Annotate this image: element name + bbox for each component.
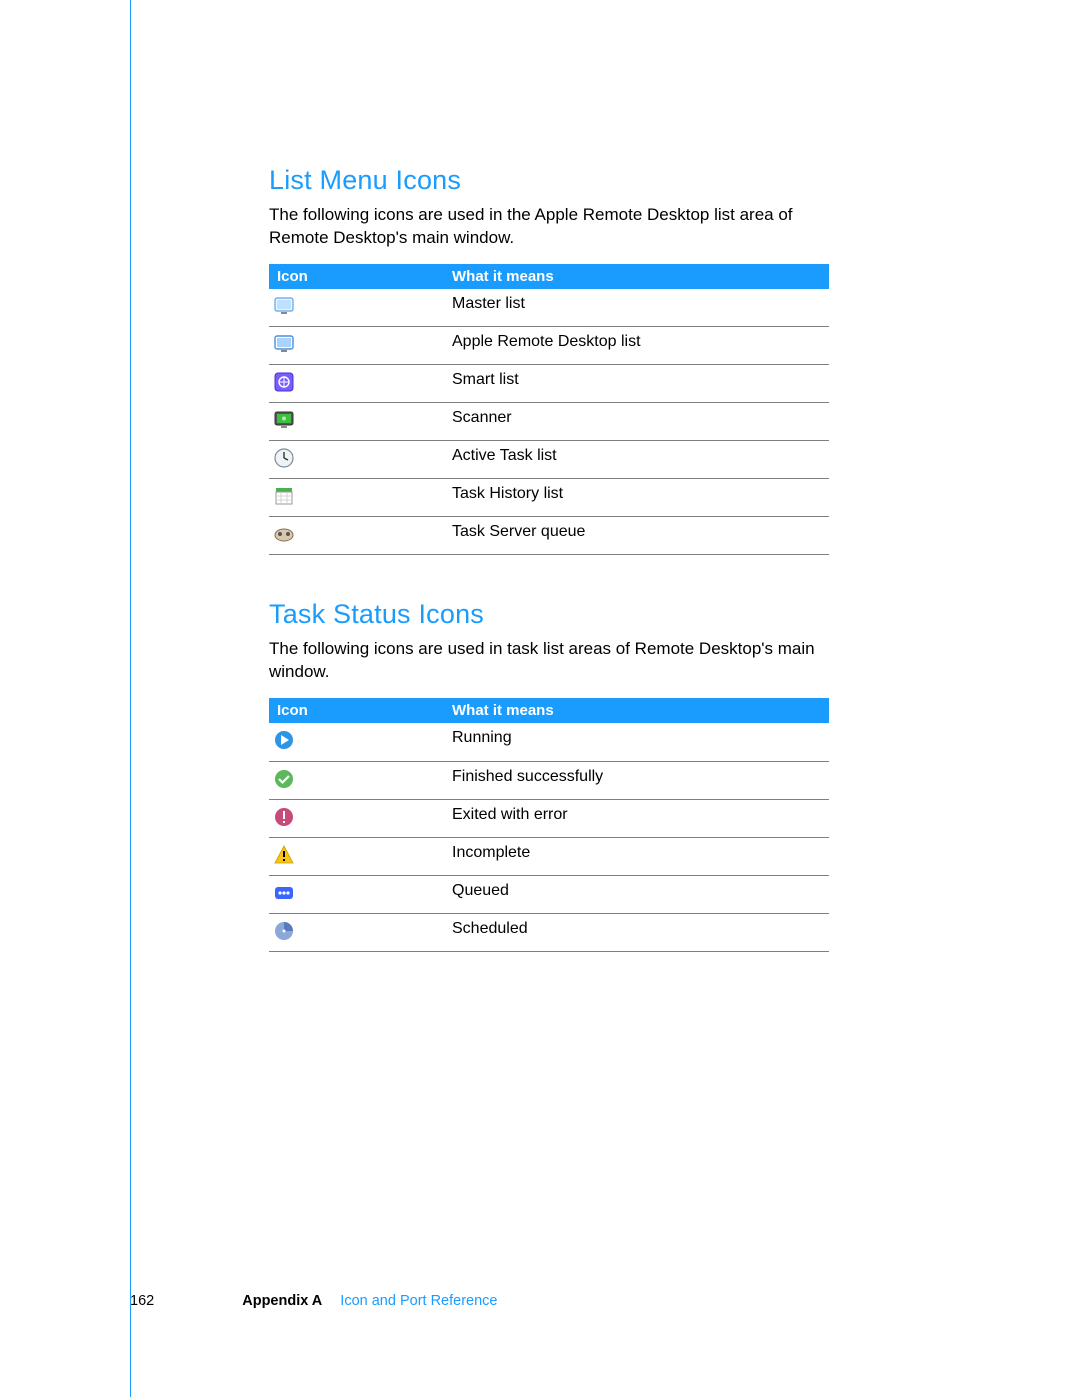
section-desc-list-menu: The following icons are used in the Appl… [269,204,829,250]
task-server-icon [273,523,295,545]
master-list-icon [273,295,295,317]
cell-meaning: Master list [444,289,829,327]
table-row: Scanner [269,403,829,441]
table-row: Exited with error [269,799,829,837]
section-title-task-status: Task Status Icons [269,599,950,630]
ard-list-icon [273,333,295,355]
appendix-label: Appendix A [242,1293,322,1309]
col-meaning: What it means [444,264,829,289]
table-row: Task Server queue [269,517,829,555]
table-row: Apple Remote Desktop list [269,327,829,365]
table-row: Running [269,723,829,761]
table-row: Queued [269,875,829,913]
cell-meaning: Active Task list [444,441,829,479]
finished-icon [273,768,295,790]
running-icon [273,729,295,751]
page-content: List Menu Icons The following icons are … [130,0,950,1397]
task-history-icon [273,485,295,507]
cell-meaning: Finished successfully [444,761,829,799]
table-row: Task History list [269,479,829,517]
page-footer: 162 Appendix A Icon and Port Reference [130,1293,497,1309]
cell-meaning: Task History list [444,479,829,517]
table-row: Master list [269,289,829,327]
task-status-table: Icon What it means Running [269,698,829,952]
incomplete-icon [273,844,295,866]
cell-meaning: Scheduled [444,913,829,951]
col-icon: Icon [269,698,444,723]
section-desc-task-status: The following icons are used in task lis… [269,638,829,684]
cell-meaning: Task Server queue [444,517,829,555]
appendix-title: Icon and Port Reference [340,1293,497,1309]
cell-meaning: Exited with error [444,799,829,837]
table-row: Smart list [269,365,829,403]
cell-meaning: Incomplete [444,837,829,875]
table-row: Finished successfully [269,761,829,799]
table-row: Scheduled [269,913,829,951]
section-title-list-menu: List Menu Icons [269,165,950,196]
list-menu-table: Icon What it means Master list [269,264,829,556]
scheduled-icon [273,920,295,942]
cell-meaning: Scanner [444,403,829,441]
queued-icon [273,882,295,904]
smart-list-icon [273,371,295,393]
active-task-icon [273,447,295,469]
col-meaning: What it means [444,698,829,723]
table-row: Active Task list [269,441,829,479]
cell-meaning: Queued [444,875,829,913]
table-row: Incomplete [269,837,829,875]
cell-meaning: Smart list [444,365,829,403]
page-number: 162 [130,1293,154,1309]
scanner-icon [273,409,295,431]
error-icon [273,806,295,828]
col-icon: Icon [269,264,444,289]
cell-meaning: Apple Remote Desktop list [444,327,829,365]
cell-meaning: Running [444,723,829,761]
